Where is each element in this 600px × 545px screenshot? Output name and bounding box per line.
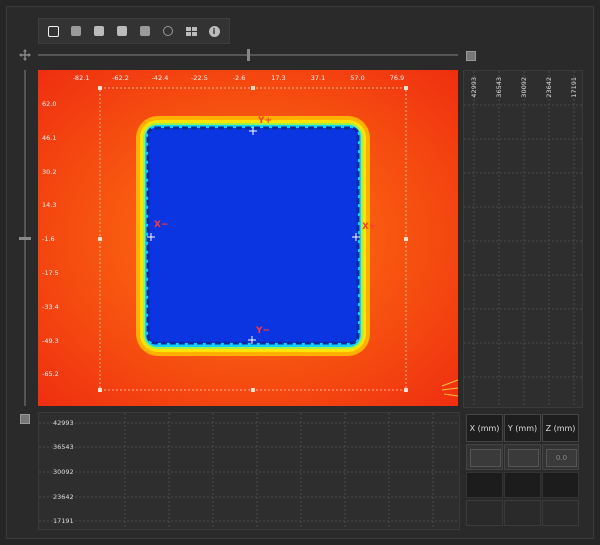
y-input[interactable] <box>508 449 539 467</box>
right-profile-panel[interactable]: 42993 36543 30092 23642 17191 <box>463 70 583 408</box>
move-icon[interactable] <box>18 48 32 62</box>
plus-button[interactable] <box>90 22 108 40</box>
target-button[interactable] <box>159 22 177 40</box>
minus-icon <box>117 26 127 36</box>
bottom-axis-label: 42993 <box>53 419 74 427</box>
select-tool-button[interactable] <box>44 22 62 40</box>
y-tick-label: -1.6 <box>42 235 55 244</box>
x-tick-label: -82.1 <box>72 74 90 82</box>
x-tick-label: -62.2 <box>112 74 129 82</box>
heatmap-canvas <box>38 70 459 406</box>
info-icon: i <box>208 25 220 37</box>
x-tick-label: -2.6 <box>232 74 246 82</box>
table-cell[interactable] <box>466 444 503 470</box>
table-cell[interactable] <box>504 500 541 526</box>
x-tick-label: -42.4 <box>151 74 169 82</box>
vertical-slice-slider[interactable] <box>19 70 31 406</box>
right-axis-label: 23642 <box>545 77 553 98</box>
bottom-axis-label: 36543 <box>53 443 74 451</box>
z-column-header: Z (mm) <box>542 414 579 442</box>
minus-button[interactable] <box>113 22 131 40</box>
x-tick-label: -22.5 <box>191 74 208 82</box>
right-axis-label: 30092 <box>520 77 528 98</box>
target-icon <box>163 26 173 36</box>
x-input[interactable] <box>470 449 501 467</box>
y-minus-label: Y− <box>256 326 271 336</box>
y-tick-label: -65.2 <box>42 370 59 379</box>
fill-button[interactable] <box>136 22 154 40</box>
bottom-profile-grid <box>39 413 459 529</box>
y-tick-label: -49.3 <box>42 336 59 345</box>
bottom-axis-label: 23642 <box>53 493 74 501</box>
table-cell[interactable] <box>466 500 503 526</box>
horizontal-slice-slider[interactable] <box>38 49 458 61</box>
bottom-axis-label: 30092 <box>53 468 74 476</box>
y-column-header: Y (mm) <box>504 414 541 442</box>
y-tick-label: 46.1 <box>42 133 57 142</box>
right-axis-label: 42993 <box>470 77 478 98</box>
bottom-profile-panel[interactable]: 42993 36543 30092 23642 17191 <box>38 412 460 530</box>
z-input[interactable]: 0.0 <box>546 449 577 467</box>
x-tick-label: 17.3 <box>271 74 286 82</box>
slider-thumb[interactable] <box>247 49 250 61</box>
info-button[interactable]: i <box>205 22 223 40</box>
y-plus-label: Y+ <box>258 116 273 126</box>
add-roi-icon <box>71 26 81 36</box>
table-cell[interactable]: 0.0 <box>542 444 579 470</box>
square-outline-icon <box>47 25 59 37</box>
x-tick-label: 76.9 <box>389 74 405 82</box>
plus-icon <box>94 26 104 36</box>
bottom-axis-label: 17191 <box>53 517 74 525</box>
right-axis-label: 17191 <box>570 77 578 98</box>
x-column-header: X (mm) <box>466 414 503 442</box>
table-cell[interactable] <box>504 444 541 470</box>
table-cell[interactable] <box>466 472 503 498</box>
y-tick-label: 30.2 <box>42 167 57 176</box>
panel-toggle-icon[interactable] <box>20 414 30 424</box>
grid-icon <box>185 26 197 36</box>
coordinate-table: X (mm) Y (mm) Z (mm) 0.0 <box>466 414 580 528</box>
slider-thumb[interactable] <box>19 237 31 240</box>
filled-square-icon <box>140 26 150 36</box>
table-cell[interactable] <box>542 500 579 526</box>
x-plus-label: X+ <box>362 222 377 232</box>
layout-button[interactable] <box>182 22 200 40</box>
right-profile-grid <box>464 71 582 407</box>
add-roi-button[interactable] <box>67 22 85 40</box>
x-minus-label: X− <box>154 220 169 230</box>
heatmap-view[interactable]: -82.1 -62.2 -42.4 -22.5 -2.6 17.3 37.1 57.0 76.9… <box>38 70 459 406</box>
table-cell[interactable] <box>504 472 541 498</box>
table-cell[interactable] <box>542 472 579 498</box>
x-tick-label: 37.1 <box>310 74 326 82</box>
inner-region <box>148 128 358 343</box>
y-tick-label: 14.3 <box>42 201 57 210</box>
y-tick-label: 62.0 <box>42 100 57 108</box>
toolbar: i <box>38 18 230 44</box>
right-axis-label: 36543 <box>495 77 503 98</box>
x-tick-label: 57.0 <box>350 74 365 82</box>
y-tick-label: -17.5 <box>42 269 59 277</box>
y-tick-label: -33.4 <box>42 302 59 311</box>
panel-toggle-icon[interactable] <box>466 51 476 61</box>
